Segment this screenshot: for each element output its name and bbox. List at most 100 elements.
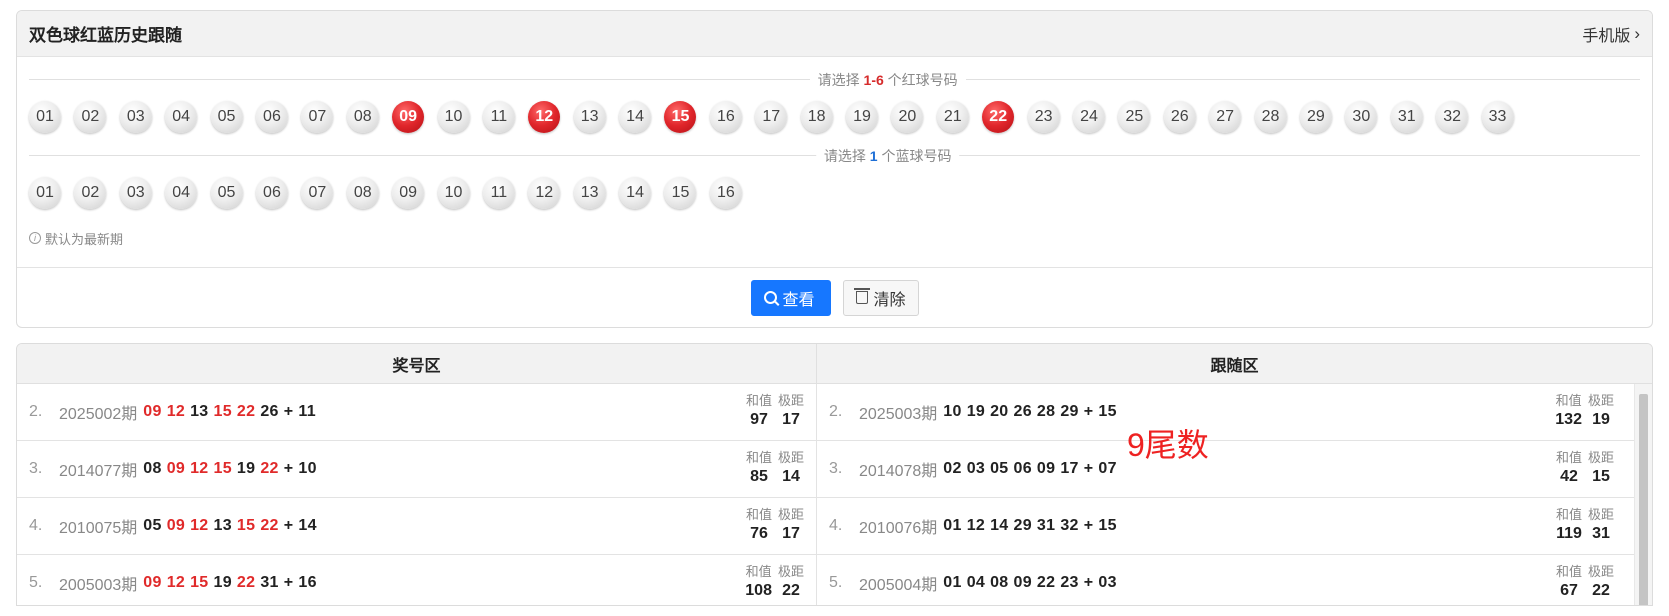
clear-button[interactable]: 清除	[842, 279, 919, 316]
red-ball-07[interactable]: 07	[301, 101, 334, 133]
red-number: 05	[143, 517, 162, 534]
trash-icon	[853, 288, 870, 304]
range-value: 17	[782, 411, 800, 428]
red-ball-24[interactable]: 24	[1072, 101, 1105, 133]
blue-number: 15	[1098, 517, 1117, 534]
blue-ball-row: 01 02 03 04 05 06 07 08 09 10 11 12 13 14 15 16	[17, 165, 1652, 221]
red-number: 09	[1036, 460, 1056, 477]
blue-ball-06[interactable]: 06	[255, 177, 288, 209]
blue-ball-15[interactable]: 15	[664, 177, 697, 209]
red-ball-17[interactable]: 17	[755, 101, 788, 133]
red-ball-15[interactable]: 15	[664, 101, 697, 133]
red-ball-06[interactable]: 06	[255, 101, 288, 133]
sum-label: 和值	[745, 393, 772, 408]
red-ball-27[interactable]: 27	[1209, 101, 1242, 133]
red-prompt: 请选择 1-6 个红球号码	[809, 70, 966, 90]
blue-ball-05[interactable]: 05	[210, 177, 243, 209]
plus-sign: +	[283, 517, 294, 534]
plus-sign: +	[283, 403, 294, 420]
stats-block: 和值 85 极距 14	[746, 447, 804, 486]
mobile-version-link[interactable]: 手机版 ›	[1582, 22, 1640, 46]
blue-ball-08[interactable]: 08	[346, 177, 379, 209]
sum-stat: 和值 108	[745, 561, 772, 600]
plus-sign: +	[1083, 517, 1094, 534]
blue-ball-09[interactable]: 09	[392, 177, 425, 209]
red-ball-33[interactable]: 33	[1481, 101, 1514, 133]
blue-ball-11[interactable]: 11	[482, 177, 515, 209]
annotation-text: 9尾数	[1127, 427, 1209, 463]
page-title: 双色球红蓝历史跟随	[29, 26, 182, 45]
red-ball-03[interactable]: 03	[119, 101, 152, 133]
red-ball-18[interactable]: 18	[800, 101, 833, 133]
panel-header: 双色球红蓝历史跟随 手机版 ›	[17, 11, 1652, 57]
table-row: 4. 2010075期 05 09 12 13 15 22 +14 和值 76 极距 17 4. 20100…	[17, 498, 1652, 555]
draw-cell: 2. 2025002期 09 12 13 15 22 26 +11 和值 97 极距 17	[17, 384, 817, 440]
red-number: 09	[1013, 574, 1032, 591]
plus-sign: +	[1083, 574, 1094, 591]
red-ball-11[interactable]: 11	[482, 101, 515, 133]
red-ball-09[interactable]: 09	[392, 101, 425, 133]
stats-block: 和值 67 极距 22	[1556, 561, 1614, 600]
draw-cell: 3. 2014077期 08 09 12 15 19 22 +10 和值 85 极距 14	[17, 441, 817, 497]
red-ball-01[interactable]: 01	[29, 101, 61, 133]
red-ball-08[interactable]: 08	[346, 101, 379, 133]
red-number: 01	[943, 574, 962, 591]
blue-ball-01[interactable]: 01	[29, 177, 61, 209]
draw-cell: 5. 2005003期 09 12 15 19 22 31 +16 和值 108 极距 22	[17, 555, 817, 605]
blue-ball-10[interactable]: 10	[437, 177, 470, 209]
sum-stat: 和值 76	[746, 504, 772, 543]
red-ball-12[interactable]: 12	[528, 101, 561, 133]
red-ball-22[interactable]: 22	[982, 101, 1015, 133]
red-ball-20[interactable]: 20	[891, 101, 924, 133]
header-draw-zone: 奖号区	[17, 344, 817, 383]
period-label: 2010075期	[59, 520, 138, 537]
red-ball-19[interactable]: 19	[846, 101, 879, 133]
matched-red-number: 09	[143, 574, 162, 591]
blue-ball-12[interactable]: 12	[528, 177, 561, 209]
red-ball-32[interactable]: 32	[1436, 101, 1469, 133]
sum-label: 和值	[745, 507, 772, 522]
follow-cell: 4. 2010076期 01 12 14 29 31 32 +15 和值 119 极距 31	[817, 498, 1634, 554]
blue-ball-03[interactable]: 03	[119, 177, 152, 209]
red-ball-05[interactable]: 05	[210, 101, 243, 133]
range-label: 极距	[1587, 393, 1614, 408]
red-ball-04[interactable]: 04	[165, 101, 198, 133]
range-label: 极距	[777, 393, 804, 408]
red-ball-02[interactable]: 02	[74, 101, 107, 133]
blue-ball-13[interactable]: 13	[573, 177, 606, 209]
red-ball-14[interactable]: 14	[619, 101, 652, 133]
stats-block: 和值 108 极距 22	[745, 561, 804, 600]
red-ball-23[interactable]: 23	[1027, 101, 1060, 133]
red-ball-10[interactable]: 10	[437, 101, 470, 133]
red-ball-25[interactable]: 25	[1118, 101, 1151, 133]
range-label: 极距	[1587, 507, 1614, 522]
range-value: 14	[782, 468, 800, 485]
sum-label: 和值	[1555, 507, 1582, 522]
blue-ball-16[interactable]: 16	[709, 177, 742, 209]
row-index: 2.	[829, 403, 843, 420]
view-button[interactable]: 查看	[750, 279, 831, 316]
red-ball-26[interactable]: 26	[1163, 101, 1196, 133]
red-ball-28[interactable]: 28	[1254, 101, 1287, 133]
period-label: 2025003期	[859, 406, 938, 423]
red-ball-30[interactable]: 30	[1345, 101, 1378, 133]
scrollbar[interactable]	[1634, 384, 1652, 605]
blue-ball-07[interactable]: 07	[301, 177, 334, 209]
blue-ball-14[interactable]: 14	[619, 177, 652, 209]
red-number: 13	[190, 403, 209, 420]
red-ball-21[interactable]: 21	[936, 101, 969, 133]
blue-ball-04[interactable]: 04	[165, 177, 198, 209]
plus-sign: +	[283, 574, 294, 591]
range-stat: 极距 31	[1588, 504, 1614, 543]
red-ball-13[interactable]: 13	[573, 101, 606, 133]
red-number: 22	[1036, 574, 1056, 591]
red-ball-31[interactable]: 31	[1390, 101, 1423, 133]
stats-block: 和值 132 极距 19	[1555, 390, 1614, 429]
sum-label: 和值	[1555, 393, 1582, 408]
sum-stat: 和值 42	[1556, 447, 1582, 486]
sum-label: 和值	[1555, 450, 1582, 465]
red-ball-16[interactable]: 16	[709, 101, 742, 133]
scrollbar-thumb[interactable]	[1639, 394, 1648, 605]
blue-ball-02[interactable]: 02	[74, 177, 107, 209]
red-ball-29[interactable]: 29	[1299, 101, 1332, 133]
